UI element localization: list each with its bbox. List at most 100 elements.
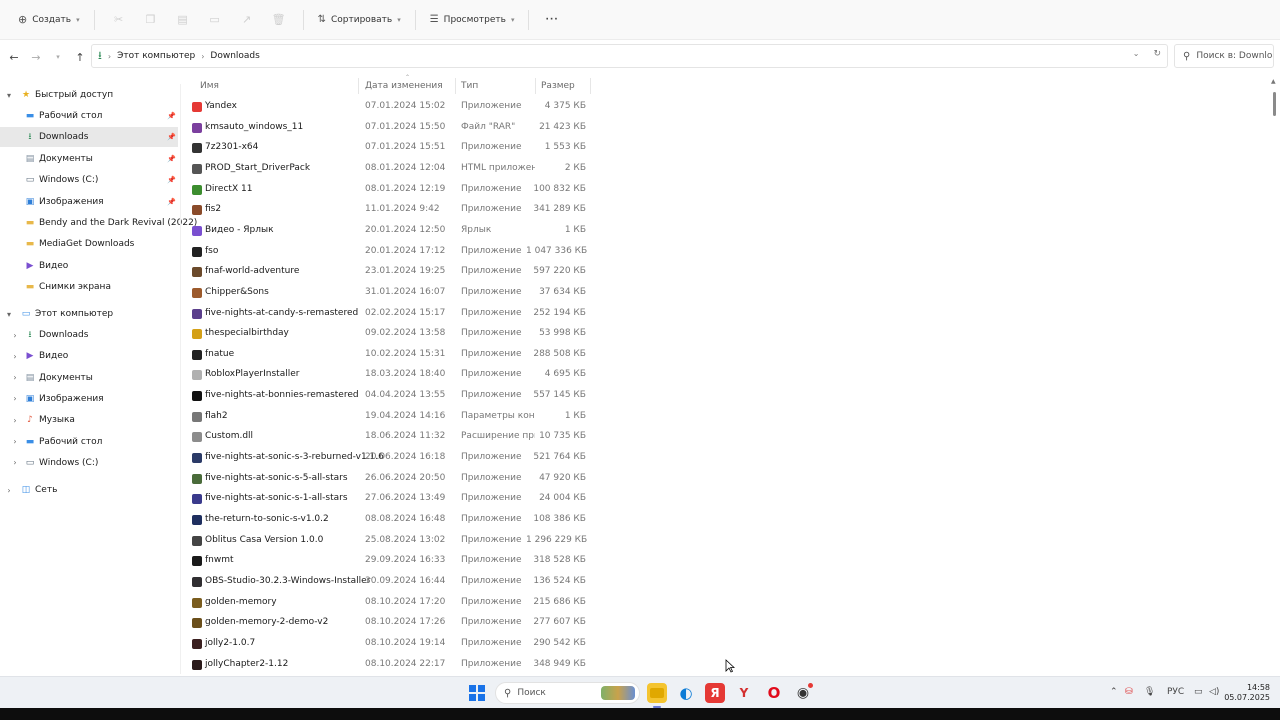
share-icon[interactable]: ↗ [239,12,255,28]
file-row[interactable]: five-nights-at-sonic-s-1-all-stars 27.06.… [186,489,596,509]
chevron-right-icon[interactable]: › [10,331,20,340]
file-row[interactable]: fnwmt 29.09.2024 16:33 Приложение 318 528 К… [186,551,596,571]
taskbar-search[interactable]: ⚲ Поиск [495,682,640,704]
breadcrumb-downloads[interactable]: Downloads [210,51,259,61]
forward-arrow-icon[interactable]: → [25,46,47,68]
scroll-up-icon[interactable]: ▲ [1271,78,1276,85]
volume-icon[interactable]: ◁) [1209,687,1219,697]
nav-pc-item[interactable]: › ▣ Изображения [0,389,178,409]
nav-pc-item[interactable]: › ▬ Рабочий стол [0,432,178,452]
nav-pc-item[interactable]: › ♪ Музыка [0,410,178,430]
nav-pc-item[interactable]: › ▭ Windows (C:) [0,453,178,473]
chevron-right-icon[interactable]: › [10,437,20,446]
view-button[interactable]: ☰ Просмотреть ▾ [424,7,521,33]
column-header-name[interactable]: Имя [200,78,360,94]
yandex-icon[interactable]: Y [734,683,754,703]
chevron-right-icon[interactable]: › [10,416,20,425]
network-icon[interactable]: ⛁ [1125,687,1133,697]
nav-quick-item[interactable]: ▣ Изображения 📌 [0,192,178,212]
column-separator[interactable] [455,78,456,94]
up-arrow-icon[interactable]: ↑ [69,46,91,68]
search-box[interactable]: ⚲ Поиск в: Downloads [1174,44,1274,68]
file-row[interactable]: jollyChapter2-1.12 08.10.2024 22:17 Прилож… [186,655,596,675]
nav-quick-item[interactable]: ▬ MediaGet Downloads [0,234,178,254]
chevron-right-icon[interactable]: › [10,458,20,467]
vertical-scrollbar[interactable]: ▲ [1270,78,1278,674]
file-row[interactable]: fis2 11.01.2024 9:42 Приложение 341 289 КБ [186,200,596,220]
file-row[interactable]: kmsauto_windows_11 07.01.2024 15:50 Файл "… [186,118,596,138]
nav-quick-item[interactable]: ▬ Рабочий стол 📌 [0,106,178,126]
column-header-size[interactable]: Размер [541,78,591,94]
file-row[interactable]: Oblitus Casa Version 1.0.0 25.08.2024 13:… [186,531,596,551]
file-row[interactable]: five-nights-at-sonic-s-5-all-stars 26.06.… [186,469,596,489]
file-row[interactable]: fnatue 10.02.2024 15:31 Приложение 288 508 … [186,345,596,365]
file-row[interactable]: Chipper&Sons 31.01.2024 16:07 Приложение 37… [186,283,596,303]
file-row[interactable]: five-nights-at-candy-s-remastered 02.02.2… [186,304,596,324]
file-row[interactable]: five-nights-at-bonnies-remastered 04.04.2… [186,386,596,406]
nav-this-pc[interactable]: ▾ ▭ Этот компьютер [0,304,178,324]
address-bar[interactable]: ⭳ › Этот компьютер › Downloads ⌄ ↻ [91,44,1168,68]
file-row[interactable]: 7z2301-x64 07.01.2024 15:51 Приложение 1 55… [186,138,596,158]
refresh-icon[interactable]: ↻ [1153,49,1161,59]
nav-quick-access[interactable]: ▾ ★ Быстрый доступ [0,85,178,105]
cut-icon[interactable]: ✂ [111,12,127,28]
column-header-type[interactable]: Тип [461,78,531,94]
sort-button[interactable]: ⇅ Сортировать ▾ [312,7,407,33]
back-arrow-icon[interactable]: ← [3,46,25,68]
nav-pc-item[interactable]: › ▶ Видео [0,346,178,366]
nav-quick-item[interactable]: ▶ Видео [0,256,178,276]
chevron-right-icon[interactable]: › [10,352,20,361]
recent-chevron-icon[interactable]: ▾ [47,46,69,68]
file-row[interactable]: RobloxPlayerInstaller 18.03.2024 18:40 При… [186,365,596,385]
file-row[interactable]: the-return-to-sonic-s-v1.0.2 08.08.2024 1… [186,510,596,530]
file-row[interactable]: five-nights-at-sonic-s-3-reburned-v1.1.6… [186,448,596,468]
file-row[interactable]: DirectX 11 08.01.2024 12:19 Приложение 100 … [186,180,596,200]
file-row[interactable]: fso 20.01.2024 17:12 Приложение 1 047 336 К… [186,242,596,262]
start-button[interactable] [469,685,485,701]
file-row[interactable]: golden-memory 08.10.2024 17:20 Приложение 2… [186,593,596,613]
pane-divider[interactable] [180,84,181,674]
chevron-right-icon[interactable]: › [10,394,20,403]
column-separator[interactable] [358,78,359,94]
paste-icon[interactable]: ▤ [175,12,191,28]
copy-icon[interactable]: ❐ [143,12,159,28]
nav-pc-item[interactable]: › ▤ Документы [0,368,178,388]
chevron-right-icon[interactable]: › [4,486,14,495]
nav-network[interactable]: › ◫ Сеть [0,480,178,500]
file-row[interactable]: flah2 19.04.2024 14:16 Параметры конф... 1 … [186,407,596,427]
opera-icon[interactable]: O [764,683,784,703]
obs-studio-icon[interactable]: ◉ [793,683,813,703]
delete-icon[interactable]: 🗑 [271,12,287,28]
file-row[interactable]: jolly2-1.0.7 08.10.2024 19:14 Приложение 29… [186,634,596,654]
show-hidden-icons-chevron-icon[interactable]: ⌃ [1110,687,1118,697]
column-separator[interactable] [535,78,536,94]
nav-quick-item[interactable]: ⭳ Downloads 📌 [0,127,178,148]
create-button[interactable]: ⊕ Создать ▾ [12,7,86,33]
more-options-button[interactable]: ··· [537,15,566,25]
file-row[interactable]: OBS-Studio-30.2.3-Windows-Installer 30.09… [186,572,596,592]
column-separator[interactable] [590,78,591,94]
language-indicator[interactable]: РУС [1167,687,1184,697]
file-row[interactable]: golden-memory-2-demo-v2 08.10.2024 17:26 П… [186,613,596,633]
file-explorer-icon[interactable] [647,683,667,708]
clock[interactable]: 14:58 05.07.2025 [1224,683,1270,703]
file-row[interactable]: Видео - Ярлык 20.01.2024 12:50 Ярлык 1 КБ [186,221,596,241]
nav-quick-item[interactable]: ▤ Документы 📌 [0,149,178,169]
breadcrumb-this-pc[interactable]: Этот компьютер [117,51,195,61]
nav-quick-item[interactable]: ▬ Bendy and the Dark Revival (2022) [0,213,198,233]
nav-quick-item[interactable]: ▭ Windows (C:) 📌 [0,170,178,190]
file-row[interactable]: PROD_Start_DriverPack 08.01.2024 12:04 HTM… [186,159,596,179]
display-icon[interactable]: ▭ [1194,687,1203,697]
column-header-date[interactable]: ⌃ Дата изменения [365,74,455,94]
nav-pc-item[interactable]: › ⭳ Downloads [0,325,178,345]
file-row[interactable]: Custom.dll 18.06.2024 11:32 Расширение при… [186,427,596,447]
edge-browser-icon[interactable]: ◐ [676,683,696,703]
microphone-icon[interactable]: 🎙 [1144,687,1155,697]
file-row[interactable]: Yandex 07.01.2024 15:02 Приложение 4 375 КБ [186,97,596,117]
history-chevron-icon[interactable]: ⌄ [1133,49,1140,59]
yandex-browser-icon[interactable]: Я [705,683,725,703]
nav-quick-item[interactable]: ▬ Снимки экрана [0,277,178,297]
chevron-down-icon[interactable]: ▾ [4,91,14,100]
file-row[interactable]: fnaf-world-adventure 23.01.2024 19:25 Прил… [186,262,596,282]
file-row[interactable]: thespecialbirthday 09.02.2024 13:58 Прилож… [186,324,596,344]
